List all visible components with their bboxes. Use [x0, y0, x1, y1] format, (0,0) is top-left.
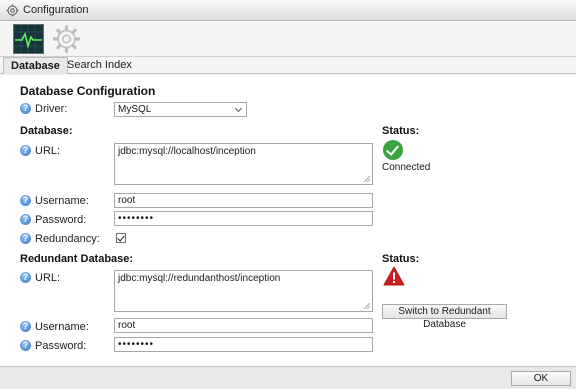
- toolbar: [0, 21, 576, 57]
- database-heading: Database:: [20, 125, 73, 137]
- help-icon[interactable]: [20, 271, 31, 283]
- gear-icon: [52, 25, 81, 53]
- driver-label: Driver:: [35, 103, 68, 115]
- tab-database[interactable]: Database: [3, 57, 68, 74]
- redundant-password-label: Password:: [35, 340, 87, 352]
- username-input[interactable]: root: [114, 193, 373, 208]
- gear-icon: [6, 4, 19, 16]
- redundancy-checkbox[interactable]: [116, 233, 126, 243]
- database-panel: Database Configuration Driver: MySQL Dat…: [0, 75, 576, 366]
- help-icon[interactable]: [20, 102, 31, 114]
- redundant-username-input[interactable]: root: [114, 318, 373, 333]
- password-label: Password:: [35, 214, 87, 226]
- status-text: Connected: [382, 162, 431, 173]
- password-input[interactable]: ••••••••: [114, 211, 373, 226]
- url-field[interactable]: jdbc:mysql://localhost/inception: [114, 143, 373, 185]
- help-icon[interactable]: [20, 339, 31, 351]
- heartbeat-monitor-icon: [14, 25, 43, 53]
- switch-to-redundant-button[interactable]: Switch to Redundant Database: [382, 304, 507, 330]
- redundant-url-field[interactable]: jdbc:mysql://redundanthost/inception: [114, 270, 373, 312]
- window-title: Configuration: [23, 4, 89, 16]
- redundant-url-label: URL:: [35, 272, 61, 284]
- settings-button[interactable]: [51, 24, 82, 54]
- title-bar: Configuration: [0, 0, 576, 21]
- redundant-username-label: Username:: [35, 321, 89, 333]
- check-circle-icon: [383, 140, 403, 160]
- help-icon[interactable]: [20, 232, 31, 244]
- url-value: jdbc:mysql://localhost/inception: [118, 146, 256, 157]
- monitor-button[interactable]: [13, 24, 44, 54]
- db-config-heading: Database Configuration: [20, 84, 156, 98]
- username-label: Username:: [35, 195, 89, 207]
- help-icon[interactable]: [20, 144, 31, 156]
- driver-value: MySQL: [118, 104, 152, 115]
- help-icon[interactable]: [20, 194, 31, 206]
- help-icon[interactable]: [20, 213, 31, 225]
- status-heading: Status:: [382, 125, 420, 137]
- redundant-password-input[interactable]: ••••••••: [114, 337, 373, 352]
- redundancy-label: Redundancy:: [35, 233, 100, 245]
- help-icon[interactable]: [20, 320, 31, 332]
- ok-button[interactable]: OK: [511, 371, 571, 386]
- redundant-heading: Redundant Database:: [20, 253, 134, 265]
- warning-triangle-icon: [383, 266, 405, 286]
- tab-search-index[interactable]: Search Index: [60, 57, 139, 74]
- resize-grip-icon[interactable]: [364, 176, 370, 182]
- url-label: URL:: [35, 145, 61, 157]
- driver-select[interactable]: MySQL: [114, 102, 247, 117]
- redundant-url-value: jdbc:mysql://redundanthost/inception: [118, 273, 281, 284]
- resize-grip-icon[interactable]: [364, 303, 370, 309]
- footer-bar: OK: [0, 366, 576, 389]
- tab-bar: Database Search Index: [0, 57, 576, 74]
- chevron-down-icon: [234, 104, 243, 113]
- redundant-status-heading: Status:: [382, 253, 420, 265]
